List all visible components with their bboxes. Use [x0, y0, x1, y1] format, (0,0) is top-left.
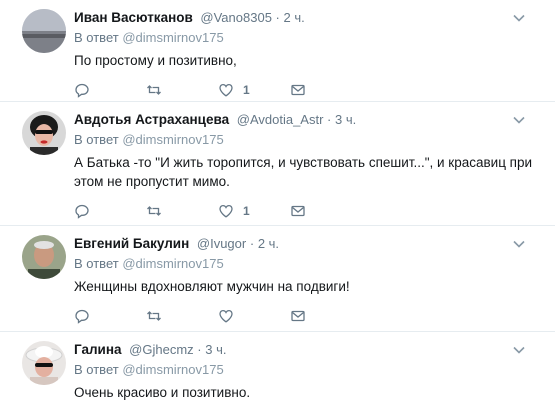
tweet-actions: 1: [74, 80, 541, 100]
retweet-button[interactable]: [146, 306, 218, 326]
tweet-text: Женщины вдохновляют мужчин на подвиги!: [74, 279, 350, 294]
landscape-avatar-icon: [22, 9, 66, 53]
man-avatar-icon: [22, 235, 66, 279]
reply-context: В ответ @dimsmirnov175: [74, 29, 541, 47]
tweet-text: А Батька -то "И жить торопится, и чувств…: [74, 155, 533, 189]
reply-prefix: В ответ: [74, 256, 119, 271]
heart-icon: [219, 309, 233, 323]
reply-button[interactable]: [74, 80, 146, 100]
reply-button[interactable]: [74, 201, 146, 221]
avatar[interactable]: [22, 9, 66, 53]
like-count: 1: [243, 83, 250, 97]
reply-mention[interactable]: @dimsmirnov175: [122, 362, 223, 377]
tweet-text: По простому и позитивно,: [74, 53, 237, 68]
retweet-icon: [147, 311, 161, 321]
reply-context: В ответ @dimsmirnov175: [74, 255, 541, 273]
separator: ·: [197, 342, 202, 357]
chevron-down-icon[interactable]: [511, 112, 527, 128]
like-button[interactable]: [218, 306, 290, 326]
reply-mention[interactable]: @dimsmirnov175: [122, 256, 223, 271]
message-button[interactable]: [290, 80, 362, 100]
separator: ·: [327, 112, 332, 127]
reply-prefix: В ответ: [74, 132, 119, 147]
retweet-icon: [147, 85, 161, 95]
timestamp[interactable]: 2 ч.: [284, 10, 305, 25]
like-button[interactable]: 1: [218, 201, 290, 221]
author-handle[interactable]: @Vano8305: [200, 10, 272, 25]
like-button[interactable]: 1: [218, 80, 290, 100]
author-handle[interactable]: @Avdotia_Astr: [237, 112, 324, 127]
woman-avatar-icon: [22, 111, 66, 155]
avatar[interactable]: [22, 111, 66, 155]
chevron-down-icon[interactable]: [511, 10, 527, 26]
tweet[interactable]: Иван Васютканов @Vano8305 · 2 ч. В ответ…: [0, 0, 555, 102]
like-count: 1: [243, 204, 250, 218]
reply-feed: Иван Васютканов @Vano8305 · 2 ч. В ответ…: [0, 0, 555, 402]
author-handle[interactable]: @Ivugor: [197, 236, 246, 251]
reply-context: В ответ @dimsmirnov175: [74, 361, 541, 379]
reply-prefix: В ответ: [74, 30, 119, 45]
retweet-icon: [147, 206, 161, 216]
retweet-button[interactable]: [146, 80, 218, 100]
timestamp[interactable]: 2 ч.: [258, 236, 279, 251]
avatar[interactable]: [22, 341, 66, 385]
timestamp[interactable]: 3 ч.: [335, 112, 356, 127]
reply-mention[interactable]: @dimsmirnov175: [122, 30, 223, 45]
separator: ·: [275, 10, 280, 25]
chevron-down-icon[interactable]: [511, 342, 527, 358]
author-name[interactable]: Евгений Бакулин: [74, 236, 189, 251]
tweet-actions: [74, 306, 541, 326]
envelope-icon: [291, 310, 305, 322]
tweet[interactable]: Галина @Gjhecmz · 3 ч. В ответ @dimsmirn…: [0, 332, 555, 402]
tweet-text: Очень красиво и позитивно.: [74, 385, 251, 400]
reply-icon: [75, 204, 89, 219]
author-name[interactable]: Галина: [74, 342, 122, 357]
author-name[interactable]: Авдотья Астраханцева: [74, 112, 229, 127]
timestamp[interactable]: 3 ч.: [205, 342, 226, 357]
author-handle[interactable]: @Gjhecmz: [129, 342, 194, 357]
envelope-icon: [291, 205, 305, 217]
reply-prefix: В ответ: [74, 362, 119, 377]
heart-icon: [219, 204, 233, 218]
avatar[interactable]: [22, 235, 66, 279]
message-button[interactable]: [290, 306, 362, 326]
reply-button[interactable]: [74, 306, 146, 326]
reply-context: В ответ @dimsmirnov175: [74, 131, 541, 149]
heart-icon: [219, 83, 233, 97]
retweet-button[interactable]: [146, 201, 218, 221]
tweet[interactable]: Евгений Бакулин @Ivugor · 2 ч. В ответ @…: [0, 226, 555, 332]
hat-woman-avatar-icon: [22, 341, 66, 385]
tweet-actions: 1: [74, 201, 541, 221]
reply-icon: [75, 83, 89, 98]
tweet[interactable]: Авдотья Астраханцева @Avdotia_Astr · 3 ч…: [0, 102, 555, 226]
message-button[interactable]: [290, 201, 362, 221]
chevron-down-icon[interactable]: [511, 236, 527, 252]
reply-icon: [75, 309, 89, 324]
author-name[interactable]: Иван Васютканов: [74, 10, 193, 25]
envelope-icon: [291, 84, 305, 96]
separator: ·: [249, 236, 255, 251]
reply-mention[interactable]: @dimsmirnov175: [122, 132, 223, 147]
